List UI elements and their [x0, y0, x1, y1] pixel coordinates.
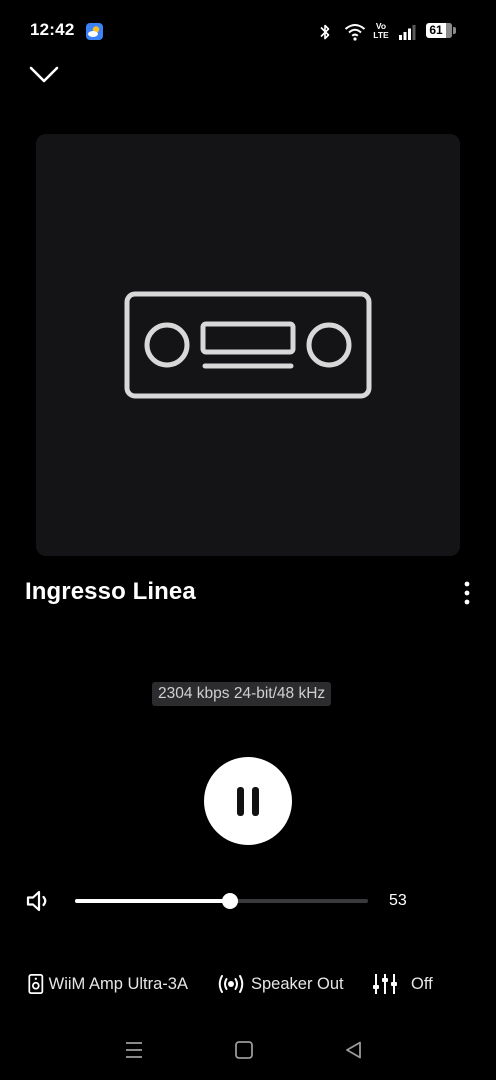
volume-value: 53: [389, 892, 407, 909]
output-label: Speaker Out: [251, 974, 344, 993]
volte-icon: Vo LTE: [372, 22, 390, 40]
nav-back-button[interactable]: [343, 1040, 365, 1060]
volume-slider[interactable]: [75, 893, 368, 909]
device-selector[interactable]: WiiM Amp Ultra-3A: [28, 968, 188, 1000]
play-pause-button[interactable]: [204, 757, 292, 845]
more-options-button[interactable]: [456, 580, 478, 608]
battery-tip: [453, 27, 456, 34]
back-icon: [346, 1041, 361, 1059]
status-icons: Vo LTE 61: [316, 22, 458, 42]
volume-thumb[interactable]: [222, 893, 239, 909]
collapse-button[interactable]: [27, 60, 63, 88]
mute-button[interactable]: [26, 889, 52, 913]
speaker-device-icon: [28, 974, 44, 994]
equalizer-icon: [373, 974, 397, 994]
battery-level: 61: [429, 23, 443, 37]
radio-icon: [124, 291, 372, 399]
track-title: Ingresso Linea: [25, 578, 196, 605]
menu-icon: [126, 1042, 142, 1058]
equalizer-label: Off: [411, 974, 433, 993]
signal-icon: [399, 25, 416, 40]
wifi-icon: [344, 24, 366, 41]
chevron-down-icon: [29, 66, 59, 83]
output-selector[interactable]: Speaker Out: [217, 968, 344, 1000]
more-vertical-icon: [464, 581, 470, 605]
audio-quality-badge: 2304 kbps 24-bit/48 kHz: [152, 682, 332, 706]
nav-home-button[interactable]: [233, 1040, 255, 1060]
weather-icon: [86, 23, 103, 40]
nav-menu-button[interactable]: [123, 1040, 145, 1060]
speaker-icon: [26, 890, 47, 912]
status-time: 12:42: [30, 20, 75, 39]
home-icon: [235, 1041, 253, 1059]
battery-icon: 61: [426, 23, 452, 38]
equalizer-toggle[interactable]: Off: [372, 968, 433, 1000]
volte-bottom: LTE: [373, 30, 389, 40]
device-name: WiiM Amp Ultra-3A: [48, 974, 188, 993]
broadcast-icon: [218, 975, 244, 993]
bluetooth-icon: [320, 24, 330, 40]
volume-fill: [75, 899, 231, 903]
